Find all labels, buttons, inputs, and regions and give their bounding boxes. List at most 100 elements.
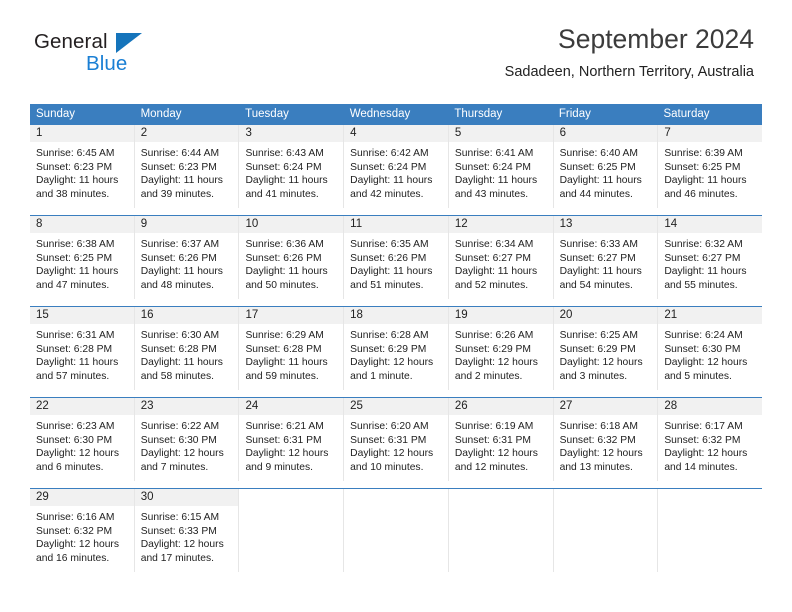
- day-info: Sunrise: 6:21 AM Sunset: 6:31 PM Dayligh…: [239, 416, 343, 474]
- day-cell[interactable]: 30 Sunrise: 6:15 AM Sunset: 6:33 PM Dayl…: [134, 489, 240, 572]
- general-blue-logo[interactable]: General Blue: [34, 30, 214, 86]
- sunrise-text: Sunrise: 6:19 AM: [454, 421, 534, 432]
- day-cell[interactable]: 29 Sunrise: 6:16 AM Sunset: 6:32 PM Dayl…: [30, 489, 135, 572]
- day-number-bar: 16: [134, 307, 239, 325]
- sunset-text: Sunset: 6:31 PM: [350, 434, 427, 446]
- sunrise-text: Sunrise: 6:42 AM: [350, 148, 429, 159]
- day-number: 22: [36, 400, 49, 412]
- day-cell[interactable]: 20 Sunrise: 6:25 AM Sunset: 6:29 PM Dayl…: [553, 307, 659, 390]
- daylight-text-line2: and 47 minutes.: [36, 279, 110, 291]
- day-cell[interactable]: 3 Sunrise: 6:43 AM Sunset: 6:24 PM Dayli…: [239, 125, 345, 208]
- day-info: Sunrise: 6:19 AM Sunset: 6:31 PM Dayligh…: [449, 416, 553, 474]
- day-number: 19: [454, 309, 468, 321]
- daylight-text-line2: and 57 minutes.: [36, 370, 110, 382]
- daylight-text-line1: Daylight: 11 hours: [350, 175, 433, 187]
- day-cell[interactable]: 5 Sunrise: 6:41 AM Sunset: 6:24 PM Dayli…: [448, 125, 554, 208]
- day-number-bar: 25: [344, 398, 448, 416]
- day-info: Sunrise: 6:32 AM Sunset: 6:27 PM Dayligh…: [658, 234, 762, 292]
- day-info: Sunrise: 6:30 AM Sunset: 6:28 PM Dayligh…: [135, 325, 239, 383]
- day-info: Sunrise: 6:39 AM Sunset: 6:25 PM Dayligh…: [658, 143, 762, 201]
- day-cell[interactable]: 4 Sunrise: 6:42 AM Sunset: 6:24 PM Dayli…: [344, 125, 449, 208]
- day-number-bar: 19: [448, 307, 553, 325]
- daylight-text-line1: Daylight: 11 hours: [245, 357, 328, 369]
- day-cell[interactable]: 8 Sunrise: 6:38 AM Sunset: 6:25 PM Dayli…: [30, 216, 135, 299]
- day-number-bar: 22: [30, 398, 134, 416]
- day-cell[interactable]: 22 Sunrise: 6:23 AM Sunset: 6:30 PM Dayl…: [30, 398, 135, 481]
- day-info: Sunrise: 6:22 AM Sunset: 6:30 PM Dayligh…: [135, 416, 239, 474]
- day-number-bar: 18: [344, 307, 448, 325]
- day-number-bar: 1: [30, 125, 134, 143]
- day-cell[interactable]: 14 Sunrise: 6:32 AM Sunset: 6:27 PM Dayl…: [658, 216, 763, 299]
- day-cell[interactable]: 6 Sunrise: 6:40 AM Sunset: 6:25 PM Dayli…: [553, 125, 659, 208]
- week-row: 15 Sunrise: 6:31 AM Sunset: 6:28 PM Dayl…: [30, 306, 763, 390]
- day-info: Sunrise: 6:38 AM Sunset: 6:25 PM Dayligh…: [30, 234, 134, 292]
- day-info: Sunrise: 6:42 AM Sunset: 6:24 PM Dayligh…: [344, 143, 448, 201]
- weekday-tuesday: Tuesday: [245, 108, 289, 120]
- day-number: 3: [245, 127, 252, 139]
- sunset-text: Sunset: 6:27 PM: [454, 252, 532, 264]
- day-cell[interactable]: 25 Sunrise: 6:20 AM Sunset: 6:31 PM Dayl…: [344, 398, 449, 481]
- daylight-text-line1: Daylight: 11 hours: [454, 266, 538, 278]
- day-cell[interactable]: 1 Sunrise: 6:45 AM Sunset: 6:23 PM Dayli…: [30, 125, 135, 208]
- daylight-text-line1: Daylight: 12 hours: [36, 539, 119, 551]
- day-cell[interactable]: 24 Sunrise: 6:21 AM Sunset: 6:31 PM Dayl…: [239, 398, 345, 481]
- daylight-text-line1: Daylight: 11 hours: [36, 357, 119, 369]
- week-row: 1 Sunrise: 6:45 AM Sunset: 6:23 PM Dayli…: [30, 125, 763, 208]
- day-cell[interactable]: 21 Sunrise: 6:24 AM Sunset: 6:30 PM Dayl…: [658, 307, 763, 390]
- sunset-text: Sunset: 6:30 PM: [664, 343, 741, 355]
- daylight-text-line2: and 44 minutes.: [559, 188, 633, 200]
- day-number: 8: [36, 218, 43, 230]
- sunset-text: Sunset: 6:32 PM: [664, 434, 741, 446]
- day-cell[interactable]: 19 Sunrise: 6:26 AM Sunset: 6:29 PM Dayl…: [448, 307, 554, 390]
- day-number-bar: 24: [239, 398, 344, 416]
- day-cell[interactable]: 16 Sunrise: 6:30 AM Sunset: 6:28 PM Dayl…: [134, 307, 240, 390]
- sunrise-text: Sunrise: 6:39 AM: [664, 148, 743, 159]
- day-cell[interactable]: 28 Sunrise: 6:17 AM Sunset: 6:32 PM Dayl…: [658, 398, 763, 481]
- day-cell[interactable]: 17 Sunrise: 6:29 AM Sunset: 6:28 PM Dayl…: [239, 307, 345, 390]
- day-cell[interactable]: 9 Sunrise: 6:37 AM Sunset: 6:26 PM Dayli…: [134, 216, 240, 299]
- day-number-bar: 5: [448, 125, 553, 143]
- day-number-bar: [658, 489, 763, 507]
- day-info: Sunrise: 6:44 AM Sunset: 6:23 PM Dayligh…: [135, 143, 239, 201]
- daylight-text-line1: Daylight: 11 hours: [36, 266, 119, 278]
- day-info: Sunrise: 6:28 AM Sunset: 6:29 PM Dayligh…: [344, 325, 448, 383]
- daylight-text-line2: and 54 minutes.: [559, 279, 633, 291]
- title-block: September 2024 Sadadeen, Northern Territ…: [505, 22, 754, 82]
- daylight-text-line2: and 6 minutes.: [36, 461, 104, 473]
- day-cell[interactable]: 18 Sunrise: 6:28 AM Sunset: 6:29 PM Dayl…: [344, 307, 449, 390]
- sunrise-text: Sunrise: 6:23 AM: [36, 421, 115, 432]
- day-number: 1: [36, 127, 43, 139]
- daylight-text-line1: Daylight: 12 hours: [140, 448, 224, 460]
- day-cell[interactable]: 15 Sunrise: 6:31 AM Sunset: 6:28 PM Dayl…: [30, 307, 135, 390]
- day-cell[interactable]: 10 Sunrise: 6:36 AM Sunset: 6:26 PM Dayl…: [239, 216, 345, 299]
- day-cell[interactable]: 2 Sunrise: 6:44 AM Sunset: 6:23 PM Dayli…: [134, 125, 240, 208]
- sunset-text: Sunset: 6:28 PM: [245, 343, 322, 355]
- sunrise-text: Sunrise: 6:45 AM: [36, 148, 115, 159]
- day-number: 26: [454, 400, 468, 412]
- daylight-text-line2: and 14 minutes.: [664, 461, 738, 473]
- day-number-bar: 23: [134, 398, 239, 416]
- page-header: General Blue September 2024 Sadadeen, No…: [0, 22, 792, 98]
- daylight-text-line2: and 13 minutes.: [559, 461, 633, 473]
- week-row: 22 Sunrise: 6:23 AM Sunset: 6:30 PM Dayl…: [30, 397, 763, 481]
- day-number-bar: 11: [344, 216, 448, 234]
- day-cell[interactable]: 11 Sunrise: 6:35 AM Sunset: 6:26 PM Dayl…: [344, 216, 449, 299]
- day-info: Sunrise: 6:29 AM Sunset: 6:28 PM Dayligh…: [239, 325, 343, 383]
- page-title: September 2024: [558, 24, 754, 54]
- day-number: 16: [140, 309, 154, 321]
- day-cell[interactable]: 23 Sunrise: 6:22 AM Sunset: 6:30 PM Dayl…: [134, 398, 240, 481]
- day-cell[interactable]: 7 Sunrise: 6:39 AM Sunset: 6:25 PM Dayli…: [658, 125, 763, 208]
- sunrise-text: Sunrise: 6:26 AM: [454, 330, 534, 341]
- day-cell[interactable]: 27 Sunrise: 6:18 AM Sunset: 6:32 PM Dayl…: [553, 398, 659, 481]
- sunset-text: Sunset: 6:31 PM: [454, 434, 532, 446]
- day-number: 14: [664, 218, 678, 230]
- day-number-bar: 3: [239, 125, 344, 143]
- day-info: Sunrise: 6:31 AM Sunset: 6:28 PM Dayligh…: [30, 325, 134, 383]
- day-cell[interactable]: 13 Sunrise: 6:33 AM Sunset: 6:27 PM Dayl…: [553, 216, 659, 299]
- sunrise-text: Sunrise: 6:36 AM: [245, 239, 324, 250]
- sunrise-text: Sunrise: 6:24 AM: [664, 330, 743, 341]
- sunrise-text: Sunrise: 6:31 AM: [36, 330, 115, 341]
- day-cell[interactable]: 26 Sunrise: 6:19 AM Sunset: 6:31 PM Dayl…: [448, 398, 554, 481]
- day-cell[interactable]: 12 Sunrise: 6:34 AM Sunset: 6:27 PM Dayl…: [448, 216, 554, 299]
- daylight-text-line2: and 16 minutes.: [36, 552, 110, 564]
